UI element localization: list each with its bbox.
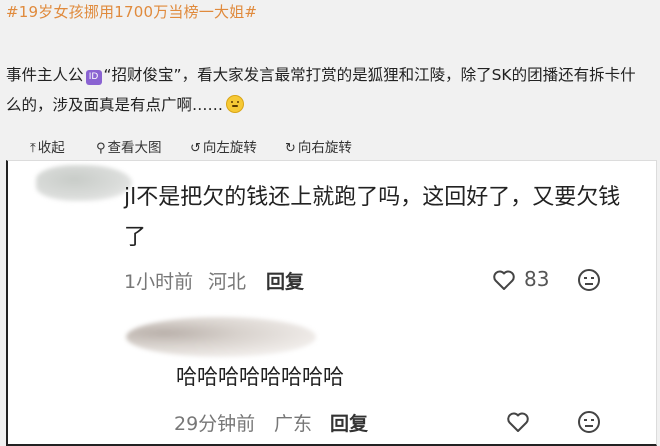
- comment-text: jl不是把欠的钱还上就跑了吗，这回好了，又要欠钱了: [124, 185, 621, 250]
- id-badge-icon: ID: [85, 70, 102, 85]
- rotate-left-label: 向左旋转: [202, 140, 257, 156]
- heart-icon[interactable]: [506, 411, 530, 433]
- rotate-right-icon: ↻: [285, 141, 296, 156]
- image-toolbar: ⤒ 收起 ⚲ 查看大图 ↺ 向左旋转 ↻ 向右旋转: [0, 128, 660, 162]
- rotate-right-button[interactable]: ↻ 向右旋转: [285, 136, 352, 156]
- arrow-up-icon: ⤒: [30, 141, 36, 156]
- comment-time: 29分钟前: [174, 413, 256, 435]
- rotate-left-button[interactable]: ↺ 向左旋转: [190, 136, 257, 156]
- rotate-left-icon: ↺: [190, 141, 201, 156]
- comment-time: 1小时前: [124, 271, 194, 293]
- emoji-face-icon[interactable]: [578, 411, 600, 433]
- reply-button[interactable]: 回复: [330, 409, 368, 436]
- rotate-right-label: 向右旋转: [297, 140, 352, 156]
- heart-icon[interactable]: [492, 269, 516, 291]
- reply-button[interactable]: 回复: [266, 267, 304, 294]
- magnifier-icon: ⚲: [96, 141, 106, 156]
- like-count: 83: [524, 267, 550, 291]
- smile-emoji-icon: [226, 95, 245, 113]
- avatar: [126, 317, 316, 357]
- comment-text: 哈哈哈哈哈哈哈哈: [176, 365, 344, 389]
- collapse-button[interactable]: ⤒ 收起: [30, 136, 65, 156]
- comment-location: 河北: [208, 271, 247, 293]
- emoji-face-icon[interactable]: [578, 269, 600, 291]
- avatar: [36, 165, 132, 201]
- collapse-label: 收起: [37, 140, 65, 156]
- comment-image-card: jl不是把欠的钱还上就跑了吗，这回好了，又要欠钱了 1小时前 河北 回复 83 …: [6, 160, 657, 446]
- hashtag-title[interactable]: #19岁女孩挪用1700万当榜一大姐#: [6, 1, 257, 22]
- post-text: 事件主人公 ID “招财俊宝”，看大家发言最常打赏的是狐狸和江陵，除了SK的团播还有…: [6, 60, 646, 120]
- view-large-label: 查看大图: [107, 140, 162, 156]
- post-text-part1: 事件主人公: [6, 66, 84, 84]
- comment-location: 广东: [274, 413, 313, 435]
- view-large-button[interactable]: ⚲ 查看大图: [96, 136, 162, 156]
